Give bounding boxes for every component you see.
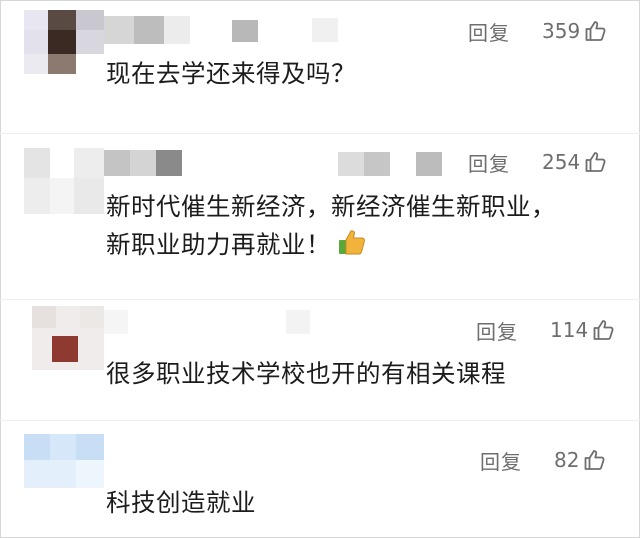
- comment-item: 回复 82 科技创造就业: [0, 421, 640, 538]
- comment-text: 科技创造就业: [106, 488, 256, 517]
- comment-actions: 回复 359: [468, 16, 609, 46]
- comment-actions: 回复 254: [468, 147, 609, 177]
- comment-text-line: 新时代催生新经济，新经济催生新职业，: [106, 192, 556, 221]
- comment-item: 回复 359 现在去学还来得及吗？: [0, 0, 640, 135]
- comment-actions: 回复 82: [480, 445, 608, 475]
- comment-actions: 回复 114: [476, 315, 617, 345]
- comment-text-line: 新职业助力再就业！: [106, 224, 367, 270]
- like-count: 82: [554, 448, 580, 472]
- reply-button[interactable]: 回复: [468, 17, 510, 46]
- thumbs-up-emoji-icon: [337, 227, 367, 270]
- avatar[interactable]: [32, 306, 104, 370]
- comment-item: 回复 114 很多职业技术学校也开的有相关课程: [0, 300, 640, 416]
- reply-button[interactable]: 回复: [480, 446, 522, 475]
- reply-button[interactable]: 回复: [476, 316, 518, 345]
- thumbs-up-outline-icon[interactable]: [591, 317, 617, 343]
- like-count: 254: [542, 150, 581, 174]
- comment-text: 现在去学还来得及吗？: [106, 59, 356, 88]
- avatar[interactable]: [24, 148, 104, 214]
- like-count: 114: [550, 318, 589, 342]
- avatar[interactable]: [24, 434, 104, 488]
- like-count: 359: [542, 19, 581, 43]
- thumbs-up-outline-icon[interactable]: [582, 447, 608, 473]
- thumbs-up-outline-icon[interactable]: [583, 18, 609, 44]
- username-blurred[interactable]: [104, 16, 344, 46]
- comment-text: 很多职业技术学校也开的有相关课程: [106, 359, 506, 388]
- username-blurred[interactable]: [104, 150, 444, 180]
- username-blurred[interactable]: [104, 310, 314, 336]
- comment-text-line-content: 新职业助力再就业！: [106, 230, 331, 259]
- thumbs-up-outline-icon[interactable]: [583, 149, 609, 175]
- comment-item: 回复 254 新时代催生新经济，新经济催生新职业， 新职业助力再就业！: [0, 134, 640, 300]
- avatar[interactable]: [24, 10, 104, 74]
- reply-button[interactable]: 回复: [468, 148, 510, 177]
